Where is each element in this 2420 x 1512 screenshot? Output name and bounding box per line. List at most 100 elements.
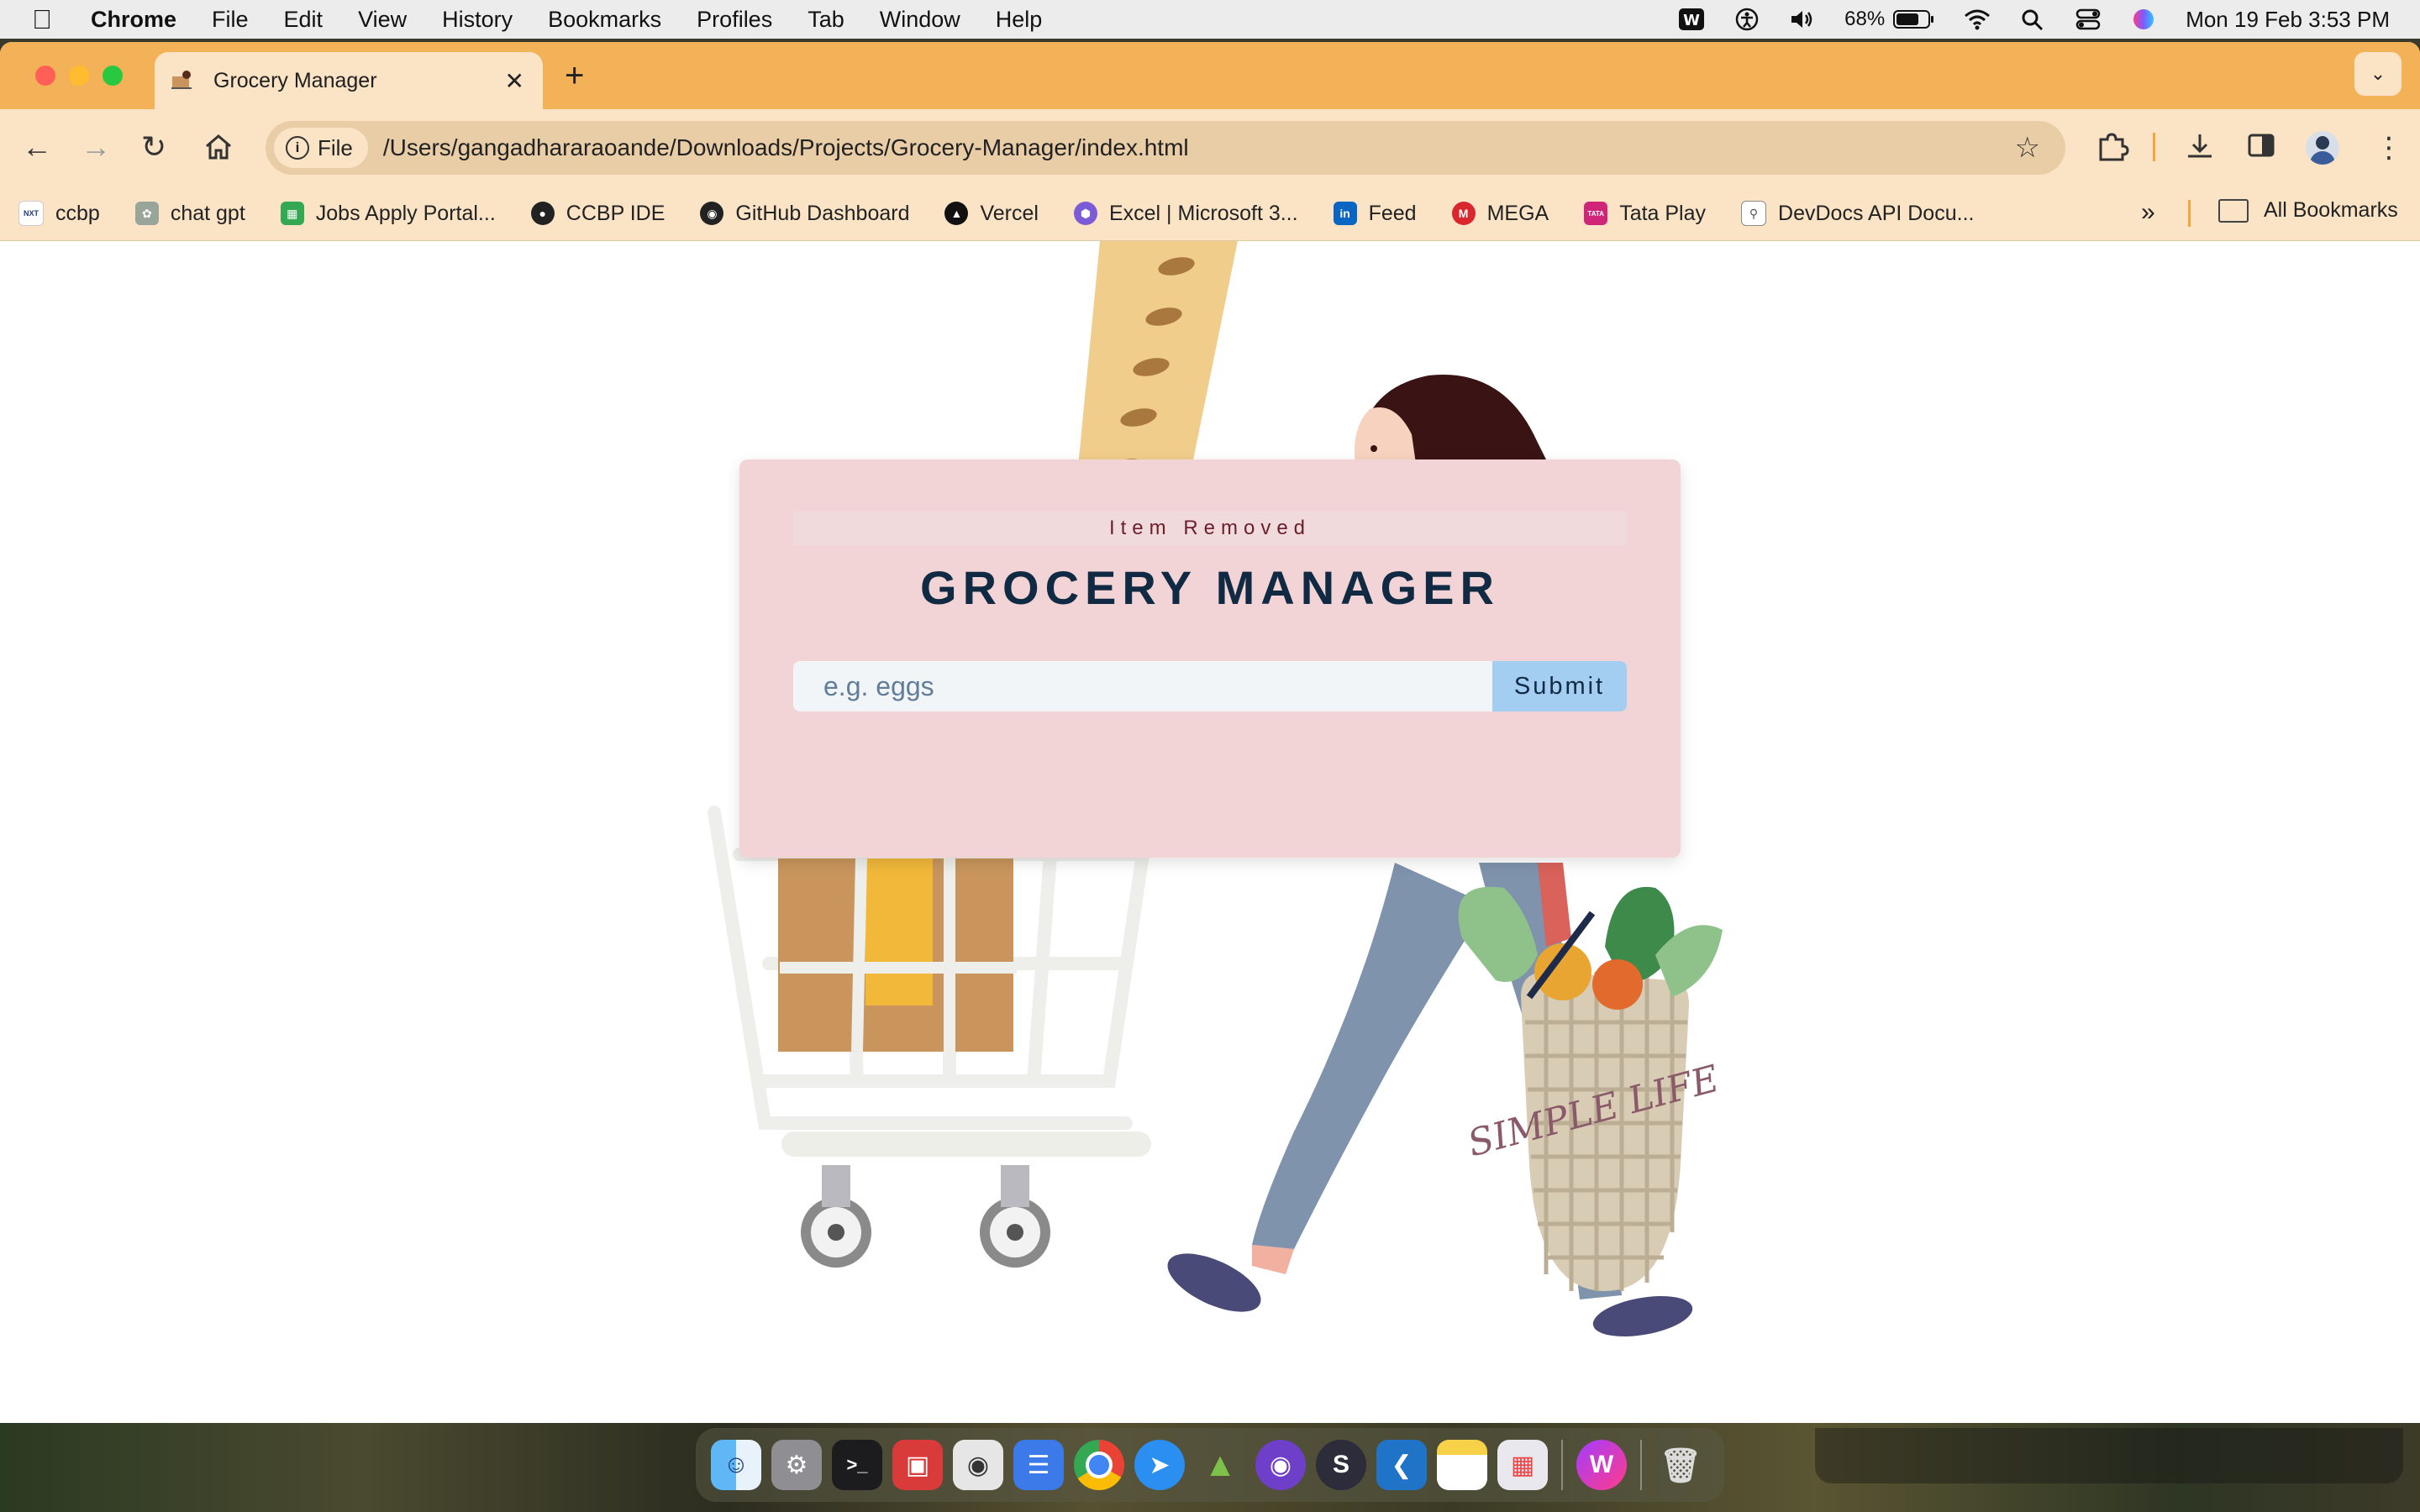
menu-help[interactable]: Help [996,7,1043,33]
bookmark-label: chat gpt [170,201,245,225]
wps-icon[interactable]: W [1678,8,1705,31]
bookmark-star-icon[interactable]: ☆ [2015,131,2040,165]
grocery-input[interactable]: e.g. eggs [793,661,1492,711]
desktop-widget-area [1815,1428,2403,1483]
bookmark-feed[interactable]: in Feed [1333,201,1417,226]
menu-bookmarks[interactable]: Bookmarks [548,7,661,33]
svg-text:W: W [1683,12,1700,29]
trash-icon[interactable]: 🗑 [1655,1440,1706,1490]
home-icon[interactable] [203,133,234,161]
window-minimize-button[interactable] [69,66,89,86]
menu-view[interactable]: View [358,7,407,33]
all-bookmarks-button[interactable]: All Bookmarks [2218,198,2398,223]
address-bar[interactable]: i File /Users/gangadhararaoande/Download… [266,121,2065,175]
menu-edit[interactable]: Edit [284,7,324,33]
wps-office-icon[interactable]: W [1576,1440,1627,1490]
chrome-window: Grocery Manager ✕ + ⌄ ← → ↻ i File /User… [0,42,2420,1423]
launchpad-icon[interactable]: ▦ [1497,1440,1548,1490]
bookmark-label: Feed [1368,201,1417,225]
more-bookmarks-icon[interactable]: » [2141,198,2155,227]
siri-icon[interactable] [2130,8,2157,31]
profile-avatar[interactable] [2306,131,2339,165]
bookmark-ccbp[interactable]: NXT ccbp [18,201,100,226]
sublime-icon[interactable]: S [1316,1440,1366,1490]
macos-dock: ☺ ⚙ >_ ▣ ◉ ☰ ➤ ▲ ◉ S ❮ ▦ W 🗑 [696,1428,1724,1502]
grocery-form: e.g. eggs Submit [793,661,1627,711]
android-studio-icon[interactable]: ▲ [1195,1440,1245,1490]
new-tab-button[interactable]: + [565,57,584,95]
volume-icon[interactable] [1789,8,1816,31]
menu-tab[interactable]: Tab [808,7,844,33]
forward-icon[interactable]: → [81,129,111,165]
tab-search-button[interactable]: ⌄ [2354,52,2402,96]
chrome-icon[interactable] [1074,1440,1124,1490]
notes-icon[interactable] [1437,1440,1487,1490]
bookmark-github-dashboard[interactable]: ◉ GitHub Dashboard [700,202,909,226]
submit-button[interactable]: Submit [1492,661,1627,711]
terminal-icon[interactable]: >_ [832,1440,882,1490]
photo-booth-icon[interactable]: ▣ [892,1440,943,1490]
finder-icon[interactable]: ☺ [711,1440,761,1490]
bookmarks-bar: NXT ccbp ✿ chat gpt ▦ Jobs Apply Portal... … [0,186,2420,241]
github-desktop-icon[interactable]: ◉ [1255,1440,1306,1490]
bookmark-label: ccbp [55,201,100,225]
bookmark-excel-microsoft[interactable]: ⬢ Excel | Microsoft 3... [1073,202,1298,226]
microsoft365-icon: ⬢ [1073,202,1097,225]
extensions-icon[interactable] [2096,131,2129,161]
menu-app-name[interactable]: Chrome [91,7,176,33]
bookmark-chat-gpt[interactable]: ✿ chat gpt [134,201,245,226]
window-zoom-button[interactable] [103,66,123,86]
sheets-icon: ▦ [280,202,304,225]
menu-window[interactable]: Window [880,7,960,33]
download-icon[interactable] [2185,131,2215,161]
bookmark-devdocs[interactable]: ⚲ DevDocs API Docu... [1741,201,1974,226]
tata-play-icon: TATA [1584,202,1608,225]
menu-profiles[interactable]: Profiles [697,7,772,33]
tab-title: Grocery Manager [213,68,377,92]
chrome-menu-icon[interactable]: ⋮ [2375,131,2403,165]
bookmark-mega[interactable]: M MEGA [1451,202,1549,226]
bookmark-label: Tata Play [1619,201,1707,225]
dock-separator [1640,1440,1642,1490]
info-icon: i [286,136,309,160]
system-settings-icon[interactable]: ⚙ [771,1440,822,1490]
menu-clock[interactable]: Mon 19 Feb 3:53 PM [2186,7,2390,33]
bookmark-ccbp-ide[interactable]: ● CCBP IDE [530,201,666,226]
macos-menu-bar:  Chrome File Edit View History Bookmark… [0,0,2420,39]
wifi-icon[interactable] [1964,8,1991,31]
accessibility-icon[interactable] [1733,8,1760,31]
battery-icon[interactable] [1893,8,1935,30]
side-panel-icon[interactable] [2247,131,2275,160]
linkedin-icon: in [1333,202,1357,225]
apple-icon[interactable]:  [32,4,66,35]
back-icon[interactable]: ← [22,129,52,165]
site-info-chip[interactable]: i File [274,128,368,168]
chatgpt-icon: ✿ [134,202,159,225]
tab-strip: Grocery Manager ✕ + ⌄ [0,42,2420,109]
battery-percentage: 68% [1844,8,1886,30]
menu-history[interactable]: History [442,7,513,33]
page-title: GROCERY MANAGER [920,561,1500,614]
spotlight-search-icon[interactable] [2019,8,2046,31]
bookmark-tata-play[interactable]: TATA Tata Play [1584,202,1706,226]
window-close-button[interactable] [35,66,55,86]
chevron-down-icon: ⌄ [2370,63,2386,84]
bookmarks-separator [2188,200,2191,227]
bookmark-label: Jobs Apply Portal... [315,201,496,225]
bookmark-jobs-apply-portal[interactable]: ▦ Jobs Apply Portal... [280,201,496,226]
screenshot-icon[interactable]: ◉ [953,1440,1003,1490]
menu-file[interactable]: File [212,7,249,33]
bookmark-label: Vercel [980,201,1039,225]
tab-close-icon[interactable]: ✕ [505,67,524,95]
vscode-icon[interactable]: ❮ [1376,1440,1427,1490]
google-docs-icon[interactable]: ☰ [1013,1440,1064,1490]
all-bookmarks-label: All Bookmarks [2264,198,2398,222]
devdocs-icon: ⚲ [1741,201,1767,226]
safari-icon[interactable]: ➤ [1134,1440,1185,1490]
control-center-icon[interactable] [2075,8,2102,31]
bookmark-vercel[interactable]: ▲ Vercel [944,201,1039,226]
reload-icon[interactable]: ↻ [141,129,166,165]
bookmark-label: CCBP IDE [566,201,666,225]
url-text[interactable]: /Users/gangadhararaoande/Downloads/Proje… [383,134,2015,161]
tab-grocery-manager[interactable]: Grocery Manager ✕ [155,52,543,109]
